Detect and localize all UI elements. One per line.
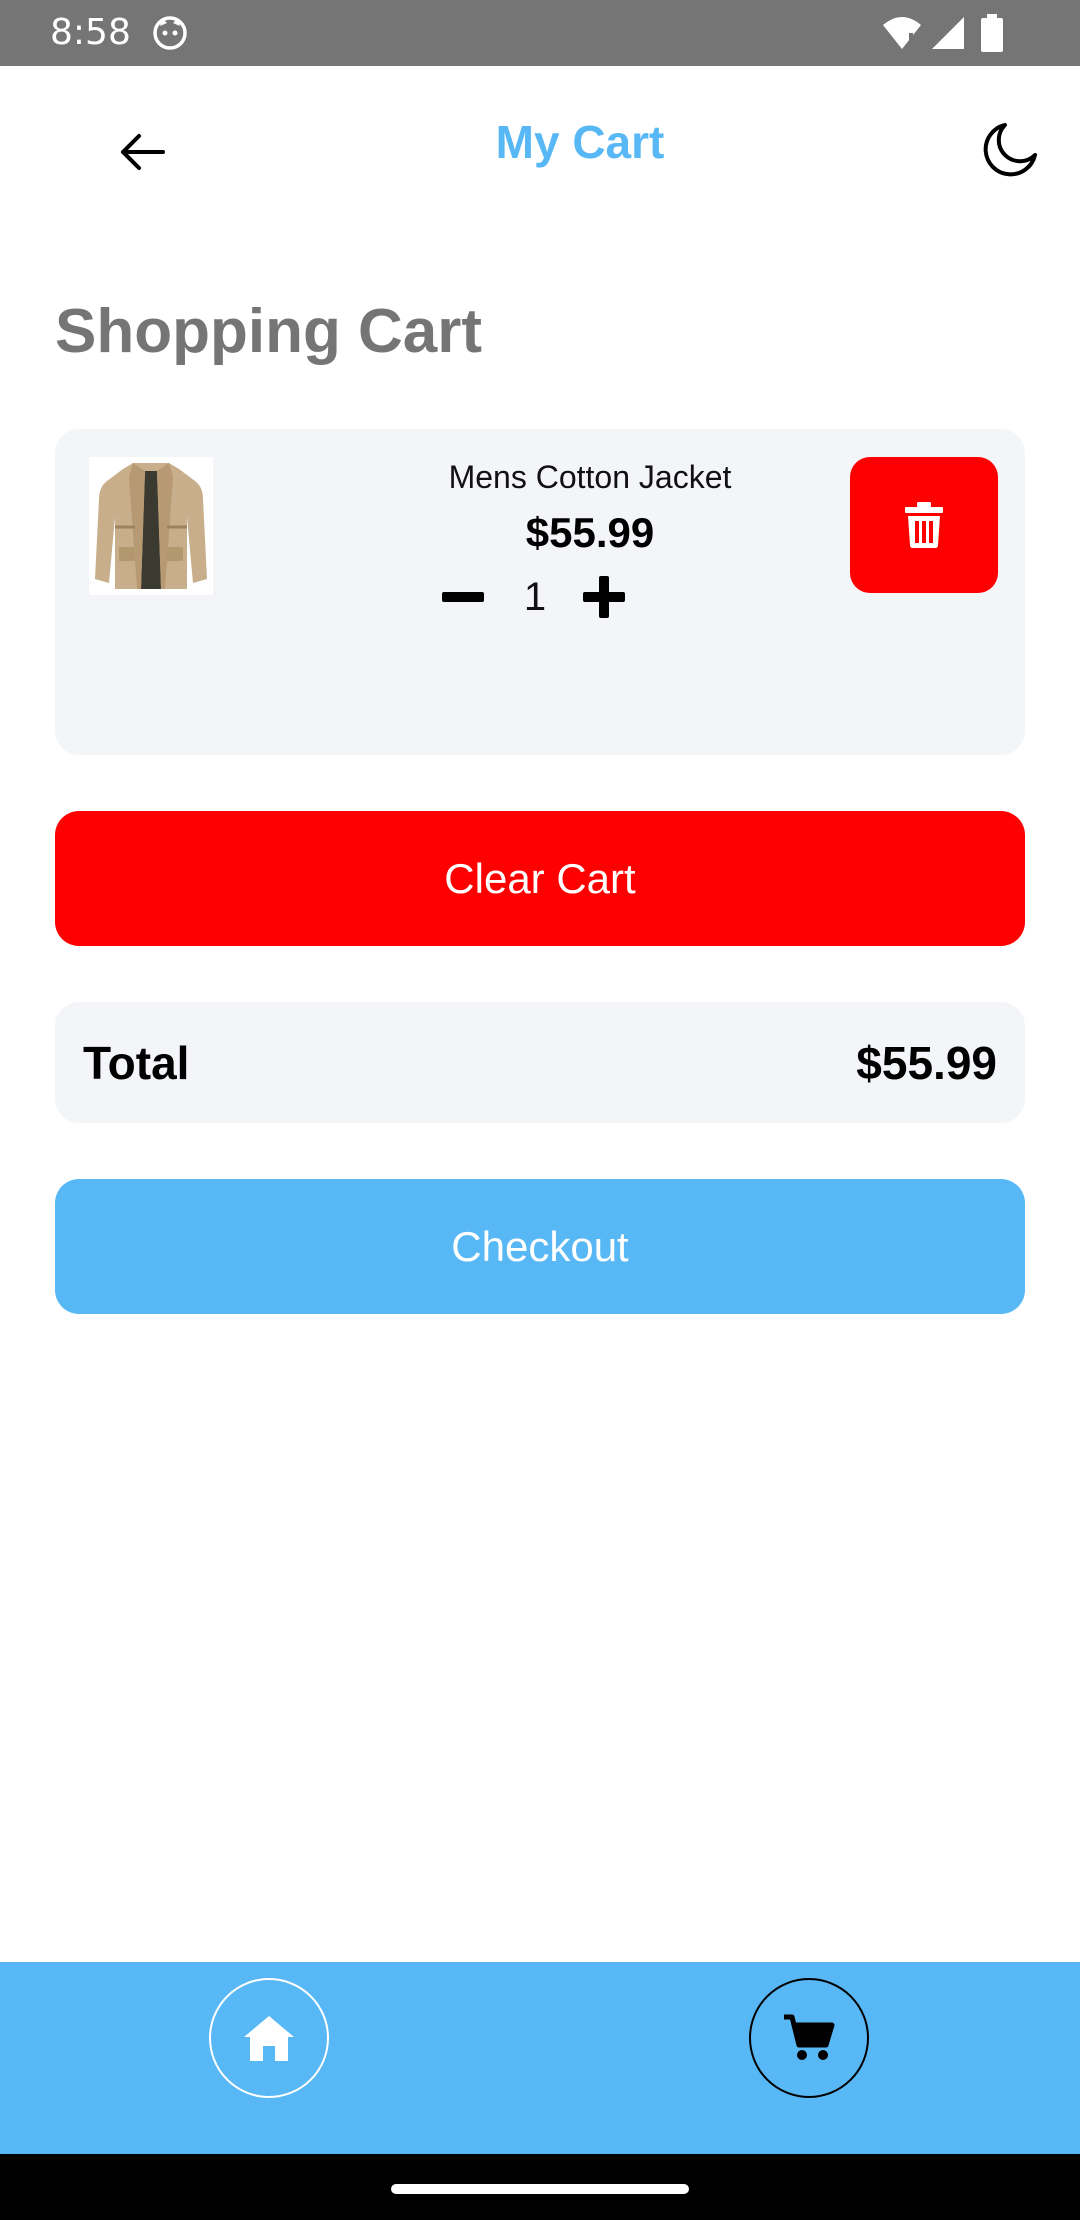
product-price: $55.99 [525, 509, 655, 556]
theme-toggle-button[interactable] [976, 116, 1044, 184]
total-value: $55.99 [856, 1037, 997, 1089]
total-card: Total $55.99 [55, 1002, 1025, 1123]
nav-home-button[interactable] [209, 1978, 329, 2098]
app-bar: My Cart [0, 66, 1080, 232]
status-bar: 8:58 [0, 0, 1080, 66]
minus-icon [442, 592, 484, 602]
home-gesture-handle[interactable] [391, 2184, 689, 2194]
nav-cart-button[interactable] [749, 1978, 869, 2098]
status-time: 8:58 [50, 12, 131, 53]
cat-notification-icon [153, 16, 187, 50]
product-name: Mens Cotton Jacket [448, 459, 732, 495]
battery-icon [981, 14, 1003, 52]
cart-icon [784, 2014, 835, 2060]
delete-item-button[interactable] [850, 457, 998, 593]
home-icon [244, 2016, 294, 2061]
trash-icon [905, 502, 943, 548]
increase-quantity-button[interactable] [576, 569, 632, 625]
system-navigation-bar [0, 2154, 1080, 2220]
moon-icon [983, 123, 1037, 177]
arrow-left-icon [121, 134, 165, 170]
clear-cart-button[interactable]: Clear Cart [55, 811, 1025, 946]
cart-item: Mens Cotton Jacket $55.99 1 [55, 429, 1025, 755]
wifi-icon [883, 17, 921, 49]
bottom-nav [0, 1962, 1080, 2154]
quantity-value: 1 [523, 575, 547, 619]
jacket-image[interactable] [89, 457, 213, 595]
section-title: Shopping Cart [55, 297, 483, 366]
plus-icon [583, 576, 625, 618]
total-label: Total [83, 1037, 190, 1089]
jacket-illustration [95, 463, 207, 589]
signal-icon [932, 17, 964, 49]
page-title: My Cart [495, 116, 665, 168]
back-button[interactable] [112, 122, 172, 182]
decrease-quantity-button[interactable] [435, 569, 491, 625]
checkout-button[interactable]: Checkout [55, 1179, 1025, 1314]
